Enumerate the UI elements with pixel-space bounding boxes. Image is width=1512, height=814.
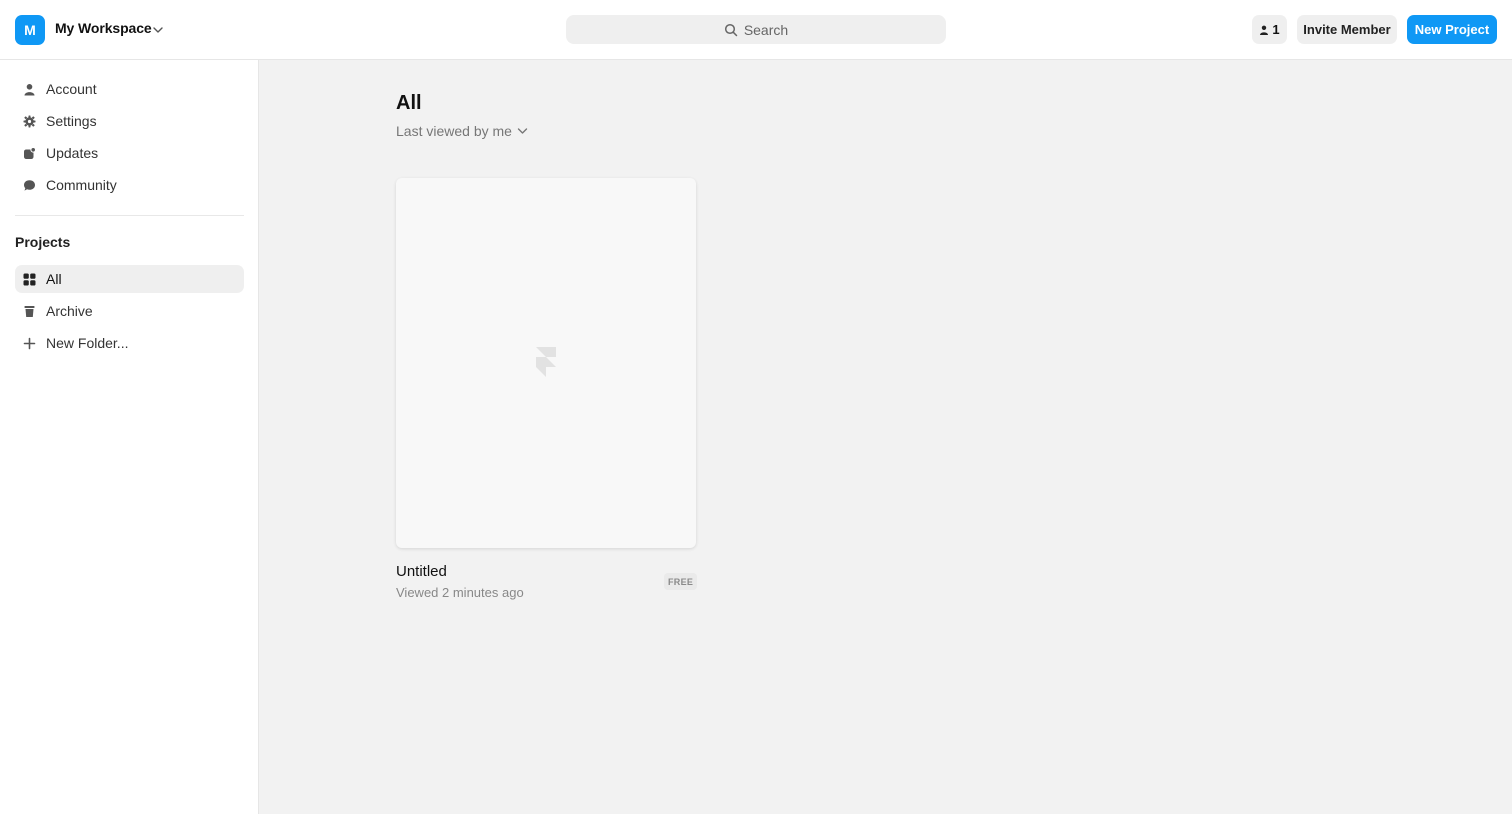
gear-icon (22, 114, 36, 128)
sidebar-item-label: All (46, 271, 62, 287)
chevron-down-icon[interactable] (152, 25, 164, 35)
sidebar-item-archive[interactable]: Archive (15, 297, 244, 325)
new-project-button[interactable]: New Project (1407, 15, 1497, 44)
member-count: 1 (1272, 22, 1280, 37)
sidebar-item-all[interactable]: All (15, 265, 244, 293)
updates-icon (22, 146, 36, 160)
project-viewed-time: Viewed 2 minutes ago (396, 585, 524, 600)
page-title: All (396, 92, 422, 114)
invite-member-button[interactable]: Invite Member (1297, 15, 1397, 44)
sidebar-item-settings[interactable]: Settings (15, 107, 244, 135)
workspace-avatar[interactable]: M (15, 15, 45, 45)
workspace-name[interactable]: My Workspace (55, 20, 152, 36)
search-placeholder: Search (743, 21, 789, 38)
user-icon (1260, 25, 1269, 35)
sidebar-item-updates[interactable]: Updates (15, 139, 244, 167)
sidebar-item-label: Account (46, 81, 97, 97)
user-icon (22, 82, 36, 96)
search-icon (724, 23, 738, 36)
chat-bubble-icon (22, 178, 36, 192)
plus-icon (22, 336, 36, 350)
sidebar-divider (15, 215, 244, 216)
sidebar-item-label: Updates (46, 145, 99, 161)
project-title[interactable]: Untitled (396, 563, 447, 580)
chevron-down-icon (517, 128, 528, 134)
trash-icon (22, 304, 36, 318)
sidebar-item-account[interactable]: Account (15, 75, 244, 103)
projects-heading: Projects (15, 234, 71, 250)
project-card-thumbnail[interactable] (396, 178, 696, 548)
sidebar-item-new-folder[interactable]: New Folder... (15, 329, 244, 357)
framer-logo-icon (536, 347, 556, 377)
sidebar-item-label: New Folder... (46, 335, 129, 351)
search-input[interactable]: Search (566, 15, 946, 44)
sidebar-item-label: Archive (46, 303, 93, 319)
sidebar-item-label: Community (46, 177, 117, 193)
sort-label: Last viewed by me (396, 123, 512, 139)
sidebar: Account Settings Updates Community Proje… (0, 60, 259, 814)
plan-badge: FREE (664, 573, 698, 590)
grid-icon (22, 272, 36, 286)
sidebar-item-community[interactable]: Community (15, 171, 244, 199)
top-bar: M My Workspace Search 1 Invite Member Ne… (0, 0, 1512, 60)
sidebar-item-label: Settings (46, 113, 97, 129)
sort-dropdown[interactable]: Last viewed by me (396, 123, 528, 139)
members-button[interactable]: 1 (1252, 15, 1287, 44)
